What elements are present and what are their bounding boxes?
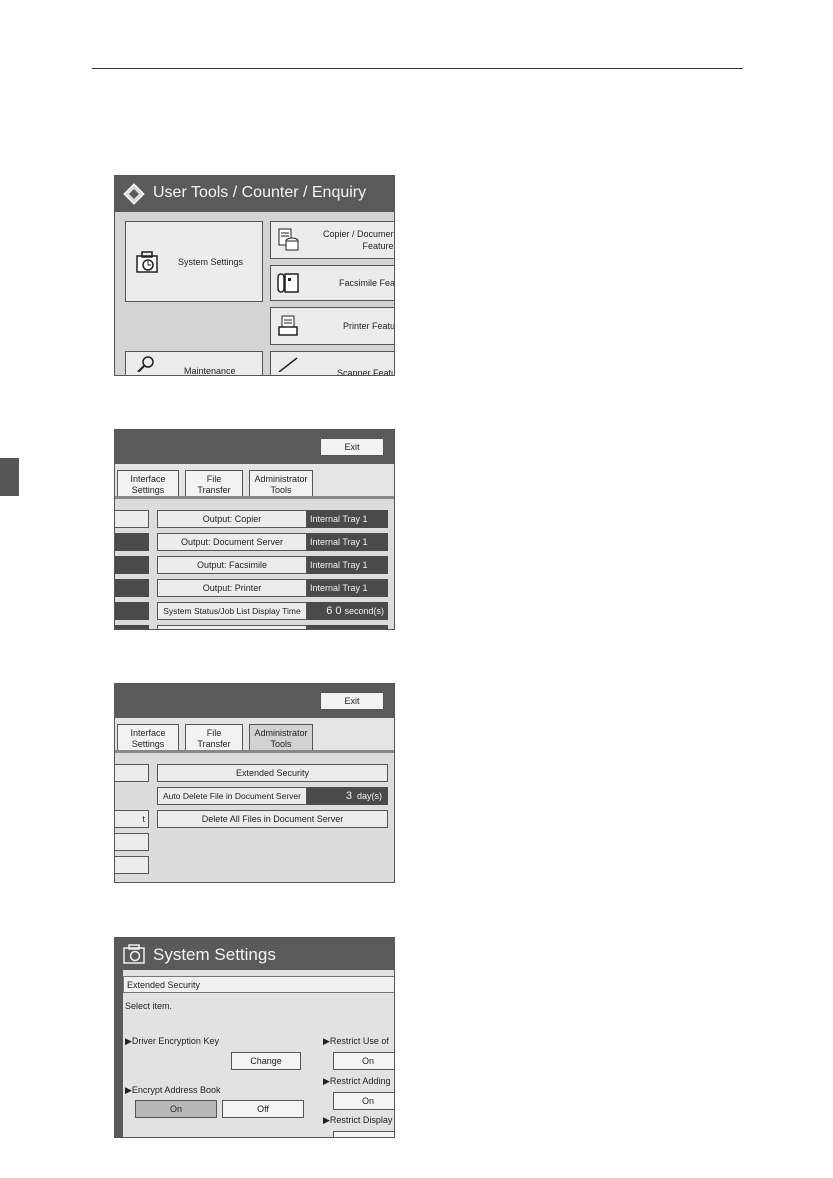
restrict-display-label: ▶Restrict Display [323,1115,393,1125]
extended-security-button[interactable]: Extended Security [157,764,388,782]
auto-delete-days-number: 3 [345,790,352,802]
copier-features-label-line1: Copier / Document [323,229,395,239]
tab-interface-line2: Settings [131,739,165,749]
tab-administrator-tools[interactable]: Administrator Tools [249,470,313,498]
scanner-features-label: Scanner Featu [337,368,395,376]
p3-header: Exit [115,684,394,718]
output-facsimile-button[interactable]: Output: Facsimile [157,556,307,574]
tab-admin-line1: Administrator [254,474,308,484]
facsimile-icon [277,273,299,293]
copier-features-button[interactable]: Copier / Document Features [270,221,395,259]
left-stub-button-5[interactable] [115,602,149,620]
wrench-icon [137,356,154,372]
p2-header: Exit [115,430,394,464]
output-copier-value: Internal Tray 1 [307,510,388,528]
next-row-button[interactable] [157,625,307,629]
chapter-thumb-tab [0,458,19,496]
tab-file-line2: Transfer [197,485,231,495]
change-button[interactable]: Change [231,1052,301,1070]
tab-admin-line1: Administrator [254,728,308,738]
tab-interface-settings[interactable]: Interface Settings [117,470,179,498]
instruction-text: Select item. [125,1001,173,1011]
maintenance-label: Maintenance [184,366,236,376]
restrict-use-button[interactable]: On [333,1052,394,1070]
maintenance-button[interactable]: Maintenance [125,351,263,376]
driver-encryption-key-label: ▶Driver Encryption Key [125,1036,219,1046]
left-stub-button-4[interactable] [115,579,149,597]
exit-button[interactable]: Exit [320,692,384,710]
encrypt-on-button[interactable]: On [135,1100,217,1118]
system-settings-label: System Settings [178,256,244,267]
user-tools-screen: User Tools / Counter / Enquiry System Se… [114,175,395,376]
scanner-icon [278,357,298,372]
job-list-display-time-value: 6 0 second(s) [307,602,388,620]
tab-file-line2: Transfer [197,739,231,749]
left-stub-button-2[interactable]: t [115,810,149,828]
exit-button[interactable]: Exit [320,438,384,456]
user-tools-title: User Tools / Counter / Enquiry [153,184,367,201]
copier-features-label-line2: Features [362,241,395,251]
user-tools-header: User Tools / Counter / Enquiry [115,176,394,212]
left-stub-button-1[interactable] [115,510,149,528]
output-printer-value: Internal Tray 1 [307,579,388,597]
output-facsimile-value: Internal Tray 1 [307,556,388,574]
left-stub-button-3[interactable] [115,556,149,574]
tab-file-transfer[interactable]: File Transfer [185,724,243,752]
administrator-tools-screen: Exit Interface Settings File Transfer Ad… [114,683,395,883]
facsimile-features-label: Facsimile Feat [339,278,395,288]
printer-features-label: Printer Featu [343,321,395,331]
tab-administrator-tools[interactable]: Administrator Tools [249,724,313,752]
copier-document-icon [278,228,299,251]
system-settings-button[interactable]: System Settings [125,221,263,302]
output-document-server-value: Internal Tray 1 [307,533,388,551]
left-stub-button-4[interactable] [115,856,149,874]
facsimile-features-button[interactable]: Facsimile Feat [270,265,395,301]
tab-admin-line2: Tools [270,739,292,749]
left-stub-button-6[interactable] [115,625,149,629]
left-stub-button-1[interactable] [115,764,149,782]
header-rule [92,68,743,69]
tab-interface-line1: Interface [130,474,166,484]
auto-delete-days-unit: day(s) [356,791,382,801]
job-list-display-time-button[interactable]: System Status/Job List Display Time [157,602,307,620]
output-printer-button[interactable]: Output: Printer [157,579,307,597]
tab-interface-line1: Interface [130,728,166,738]
scanner-features-button[interactable]: Scanner Featu [270,351,395,376]
system-settings-title: System Settings [153,945,276,964]
tab-interface-settings[interactable]: Interface Settings [117,724,179,752]
auto-delete-file-button[interactable]: Auto Delete File in Document Server [157,787,307,805]
output-document-server-button[interactable]: Output: Document Server [157,533,307,551]
tab-file-line1: File [206,728,222,738]
extended-security-screen: System Settings Extended Security Select… [114,937,395,1138]
tab-interface-line2: Settings [131,485,165,495]
restrict-display-button[interactable] [333,1131,394,1137]
restrict-adding-button[interactable]: On [333,1092,394,1110]
left-stub-button-2[interactable] [115,533,149,551]
left-stub-button-3[interactable] [115,833,149,851]
output-copier-button[interactable]: Output: Copier [157,510,307,528]
auto-delete-file-value: 3 day(s) [307,787,388,805]
p4-header: System Settings [115,938,394,970]
next-row-value [307,625,388,629]
printer-icon [278,315,298,336]
tab-file-line1: File [206,474,222,484]
system-settings-icon [136,250,158,273]
encrypt-off-button[interactable]: Off [222,1100,304,1118]
tab-admin-line2: Tools [270,485,292,495]
job-list-display-time-number: 6 0 [326,605,342,617]
breadcrumb: Extended Security [123,976,394,993]
breadcrumb-text: Extended Security [127,980,201,990]
delete-all-files-button[interactable]: Delete All Files in Document Server [157,810,388,828]
tab-file-transfer[interactable]: File Transfer [185,470,243,498]
encrypt-address-book-label: ▶Encrypt Address Book [125,1085,221,1095]
printer-features-button[interactable]: Printer Featu [270,307,395,345]
job-list-display-time-unit: second(s) [344,606,384,616]
system-settings-icon [123,944,145,964]
restrict-use-label: ▶Restrict Use of [323,1036,389,1046]
restrict-adding-label: ▶Restrict Adding [323,1076,391,1086]
user-tools-icon [123,183,145,205]
output-settings-screen: Exit Interface Settings File Transfer Ad… [114,429,395,630]
